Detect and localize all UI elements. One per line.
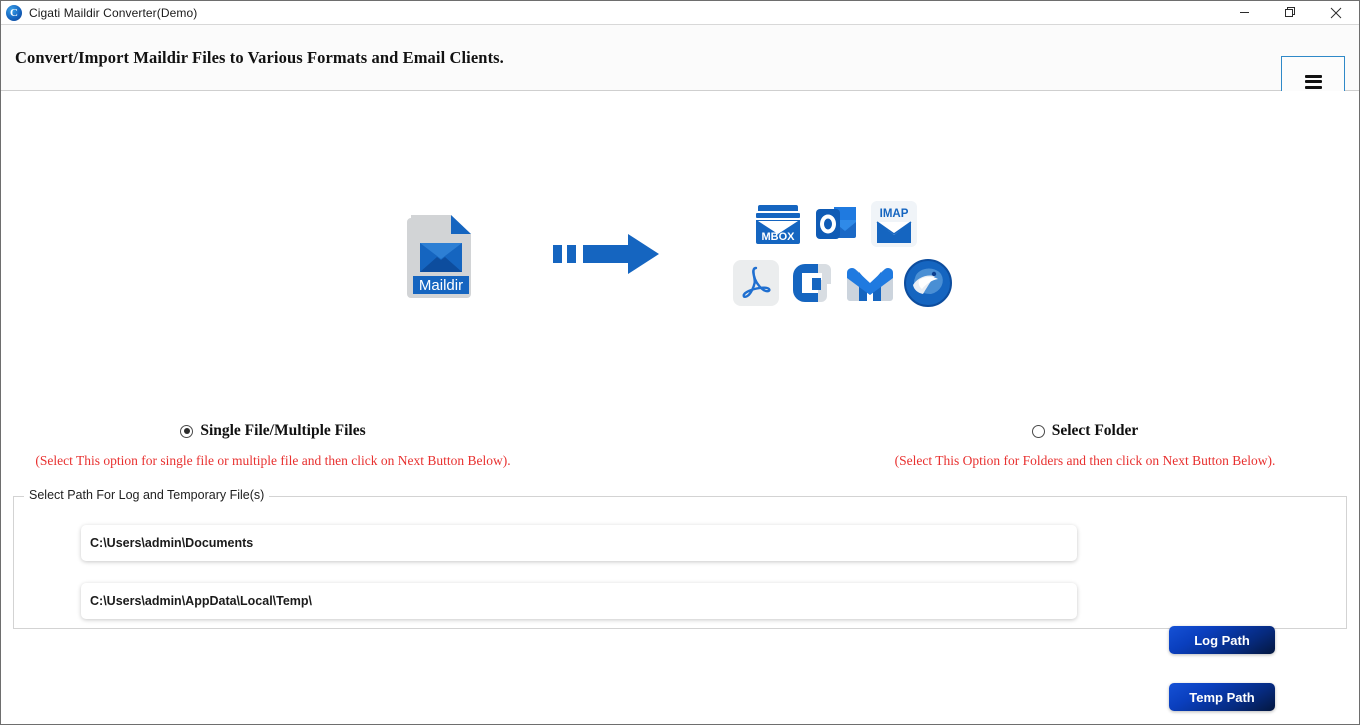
temp-path-value: C:\Users\admin\AppData\Local\Temp\ bbox=[90, 594, 313, 608]
title-bar: C Cigati Maildir Converter(Demo) bbox=[1, 1, 1359, 25]
maildir-file-icon: Maildir bbox=[407, 212, 475, 300]
source-mode-options: Single File/Multiple Files (Select This … bbox=[1, 421, 1359, 481]
option-single-file-header[interactable]: Single File/Multiple Files bbox=[13, 421, 533, 441]
mbox-icon: MBOX bbox=[751, 200, 805, 253]
target-formats-row-bottom bbox=[731, 258, 953, 313]
cigati-logo-icon: C bbox=[6, 4, 22, 21]
target-formats: MBOX IMAP bbox=[731, 199, 953, 313]
svg-text:Maildir: Maildir bbox=[419, 277, 463, 294]
window-controls bbox=[1221, 1, 1359, 24]
option-single-file-label: Single File/Multiple Files bbox=[200, 422, 366, 439]
svg-text:IMAP: IMAP bbox=[880, 208, 909, 220]
log-path-value: C:\Users\admin\Documents bbox=[90, 536, 254, 550]
log-path-input[interactable]: C:\Users\admin\Documents bbox=[81, 525, 1077, 561]
log-path-button[interactable]: Log Path bbox=[1169, 626, 1275, 654]
page-title: Convert/Import Maildir Files to Various … bbox=[15, 47, 504, 67]
maximize-button[interactable] bbox=[1267, 1, 1313, 24]
imap-icon: IMAP bbox=[869, 199, 919, 254]
thunderbird-icon bbox=[903, 258, 953, 313]
radio-single-file[interactable] bbox=[180, 424, 194, 438]
outlook-icon bbox=[811, 200, 863, 253]
option-select-folder-header[interactable]: Select Folder bbox=[825, 421, 1345, 441]
path-group-legend: Select Path For Log and Temporary File(s… bbox=[24, 488, 270, 502]
pdf-icon bbox=[731, 258, 781, 313]
window-title: Cigati Maildir Converter(Demo) bbox=[29, 5, 198, 20]
target-formats-row-top: MBOX IMAP bbox=[731, 199, 953, 254]
hamburger-menu-icon bbox=[1304, 72, 1322, 91]
office365-icon bbox=[787, 258, 837, 313]
option-select-folder-note: (Select This Option for Folders and then… bbox=[894, 453, 1276, 468]
application-window: C Cigati Maildir Converter(Demo) Convert… bbox=[0, 0, 1360, 725]
option-select-folder-label: Select Folder bbox=[1051, 422, 1139, 439]
main-content: Maildir MBOX IMAP Single File/Multiple F… bbox=[1, 91, 1359, 724]
path-group-box: Select Path For Log and Temporary File(s… bbox=[13, 488, 1347, 629]
temp-path-input[interactable]: C:\Users\admin\AppData\Local\Temp\ bbox=[81, 583, 1077, 619]
gmail-icon bbox=[843, 261, 897, 310]
radio-select-folder[interactable] bbox=[1031, 424, 1045, 438]
close-button[interactable] bbox=[1313, 1, 1359, 24]
minimize-button[interactable] bbox=[1221, 1, 1267, 24]
svg-text:MBOX: MBOX bbox=[762, 231, 796, 243]
conversion-illustration: Maildir MBOX IMAP bbox=[1, 191, 1359, 321]
temp-path-button[interactable]: Temp Path bbox=[1169, 683, 1275, 711]
right-arrow-icon bbox=[553, 233, 661, 280]
option-single-file[interactable]: Single File/Multiple Files (Select This … bbox=[13, 421, 533, 469]
option-select-folder[interactable]: Select Folder (Select This Option for Fo… bbox=[825, 421, 1345, 469]
option-single-file-note: (Select This option for single file or m… bbox=[35, 453, 511, 468]
header-bar: Convert/Import Maildir Files to Various … bbox=[1, 25, 1359, 107]
